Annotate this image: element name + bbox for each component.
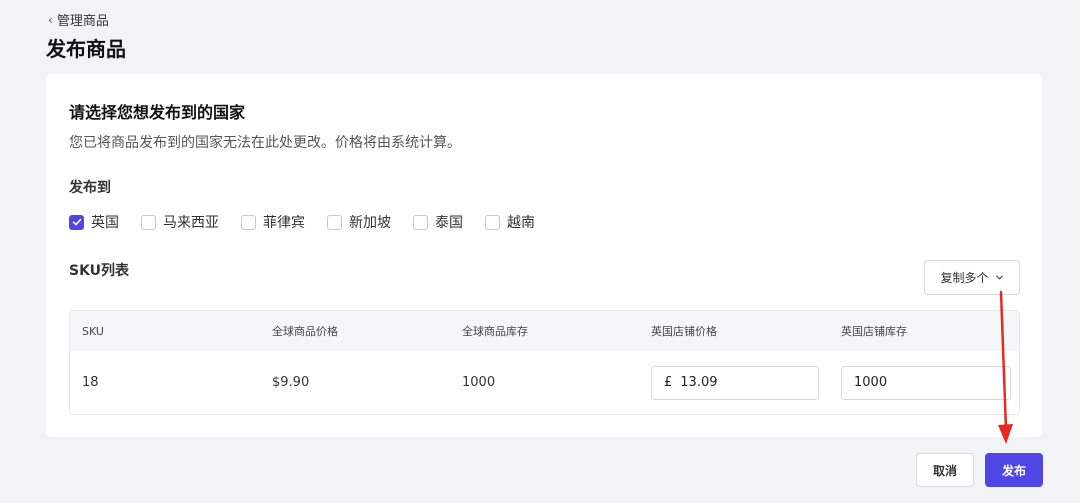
back-link-label: 管理商品 [56, 14, 109, 29]
column-header-global-price: 全球商品价格 [272, 325, 338, 338]
column-header-sku: SKU [82, 324, 104, 338]
country-label: 菲律宾 [263, 215, 305, 231]
column-header-global-stock: 全球商品库存 [462, 325, 528, 338]
uk-stock-value: 1000 [854, 375, 888, 390]
country-label: 越南 [507, 215, 535, 231]
country-label: 马来西亚 [163, 215, 219, 231]
uk-stock-input[interactable]: 1000 [841, 365, 1011, 400]
country-label: 泰国 [435, 215, 463, 231]
checkbox-icon[interactable] [485, 214, 500, 230]
red-arrow-annotation [998, 290, 1013, 444]
uk-price-value: 13.09 [680, 375, 718, 390]
checkbox-icon[interactable] [327, 214, 342, 230]
chevron-down-icon [995, 275, 1003, 280]
country-label: 英国 [91, 215, 119, 231]
checkbox-icon[interactable] [241, 214, 256, 230]
currency-symbol: £ [664, 375, 673, 390]
checkbox-icon[interactable] [69, 214, 84, 230]
sku-table: SKU 全球商品价格 全球商品库存 英国店铺价格 英国店铺库存 18 $9.90… [69, 310, 1020, 415]
global-stock-value: 1000 [462, 375, 496, 390]
global-price-value: $9.90 [272, 375, 310, 390]
column-header-uk-price: 英国店铺价格 [651, 325, 717, 338]
card-title: 请选择您想发布到的国家 [69, 103, 246, 122]
publish-country-card: 请选择您想发布到的国家 您已将商品发布到的国家无法在此处更改。价格将由系统计算。… [46, 74, 1042, 437]
sku-value: 18 [82, 375, 99, 390]
table-row: 18 $9.90 1000 £ 13.09 1000 [70, 351, 1019, 414]
country-option-malaysia[interactable]: 马来西亚 [141, 212, 219, 232]
column-header-uk-stock: 英国店铺库存 [841, 325, 907, 338]
country-label: 新加坡 [349, 215, 391, 231]
checkbox-icon[interactable] [413, 214, 428, 230]
country-option-singapore[interactable]: 新加坡 [327, 212, 391, 232]
country-option-thailand[interactable]: 泰国 [413, 212, 463, 232]
card-description: 您已将商品发布到的国家无法在此处更改。价格将由系统计算。 [69, 135, 461, 151]
country-checkbox-group: 英国 马来西亚 菲律宾 新加坡 泰国 越南 [69, 212, 557, 232]
copy-multiple-label: 复制多个 [940, 271, 989, 285]
page-title: 发布商品 [46, 37, 126, 61]
publish-to-label: 发布到 [69, 180, 111, 196]
publish-button[interactable]: 发布 [985, 453, 1043, 487]
cancel-button[interactable]: 取消 [916, 453, 974, 487]
back-link[interactable]: ‹ 管理商品 [48, 10, 109, 30]
country-option-vietnam[interactable]: 越南 [485, 212, 535, 232]
country-option-uk[interactable]: 英国 [69, 212, 119, 232]
checkbox-icon[interactable] [141, 214, 156, 230]
uk-price-input[interactable]: £ 13.09 [651, 365, 819, 400]
country-option-philippines[interactable]: 菲律宾 [241, 212, 305, 232]
sku-list-label: SKU列表 [69, 263, 130, 279]
chevron-left-icon: ‹ [48, 12, 53, 27]
table-header: SKU 全球商品价格 全球商品库存 英国店铺价格 英国店铺库存 [70, 311, 1019, 351]
